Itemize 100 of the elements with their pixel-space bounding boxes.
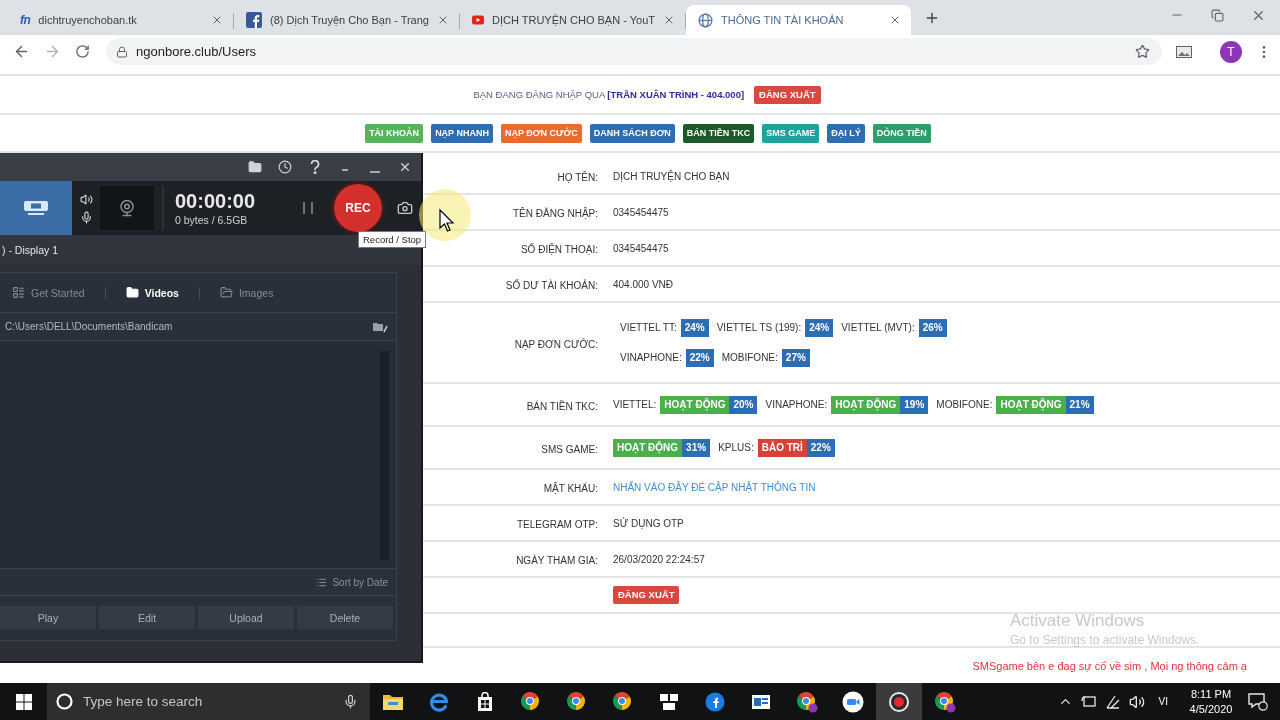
browser-tab[interactable]: fn dichtruyenchoban.tk [8, 5, 233, 35]
screen-mode-button[interactable] [0, 181, 72, 235]
logout-button[interactable]: ĐĂNG XUẤT [613, 586, 680, 604]
microphone-icon[interactable] [79, 210, 93, 224]
status-badge: HOẠT ĐỘNG [613, 438, 683, 457]
taskbar-search-field[interactable]: Type here to search [83, 689, 333, 714]
round-logo-badge-icon [796, 690, 818, 713]
rate-badge: 24% [680, 318, 709, 337]
lock-icon [116, 45, 128, 58]
recorder-action-button[interactable]: Upload [198, 606, 294, 629]
carrier-name: KPLUS: [718, 442, 754, 453]
reload-icon[interactable] [75, 44, 90, 59]
recorder-action-button[interactable]: Play [0, 606, 96, 629]
close-icon[interactable] [211, 14, 223, 26]
rate-badge: 22% [685, 348, 714, 367]
round-logo-icon [566, 690, 588, 713]
tooltip: Record / Stop [358, 231, 427, 248]
rate-badge: 27% [781, 348, 810, 367]
recorder-tab[interactable]: Images [219, 286, 274, 299]
monitor-icon [23, 200, 49, 216]
folder-icon[interactable] [248, 160, 262, 174]
recorder-action-button[interactable]: Edit [99, 606, 195, 629]
nav-button[interactable]: NẠP ĐƠN CƯỚC [500, 123, 582, 143]
folder-icon [382, 692, 404, 711]
recorder-tab[interactable]: Videos [125, 286, 179, 299]
status-badge: HOẠT ĐỘNG [831, 395, 901, 414]
info-value: 0345454475 [613, 206, 669, 218]
nav-button[interactable]: NẠP NHANH [431, 123, 493, 143]
round-logo-icon [520, 690, 542, 713]
notification-icon[interactable] [1248, 692, 1268, 711]
close-icon[interactable] [437, 14, 449, 26]
browser-tab[interactable]: DỊCH TRUYỆN CHO BẠN - YouT [460, 5, 685, 35]
webcam-icon [118, 199, 136, 217]
language-indicator[interactable]: VI [1158, 696, 1168, 707]
tablet-icon[interactable] [1080, 694, 1097, 709]
update-info-link[interactable]: NHẤN VÀO ĐÂY ĐỂ CẬP NHẬT THÔNG TIN [613, 481, 816, 493]
info-label: NGÀY THAM GIA: [516, 555, 598, 566]
carrier-name: VIETTEL: [613, 399, 657, 410]
circle-app-icon [705, 691, 725, 712]
star-icon[interactable] [1135, 44, 1150, 59]
record-button[interactable]: REC [334, 184, 382, 232]
info-value: DỊCH TRUYỆN CHO BẠN [613, 170, 730, 182]
pause-icon[interactable] [302, 201, 314, 215]
tiles-icon [659, 691, 679, 712]
info-value: SỬ DỤNG OTP [613, 517, 684, 529]
sort-button[interactable]: Sort by Date [316, 576, 388, 588]
picture-frame-icon[interactable] [1176, 45, 1192, 58]
list-icon [316, 576, 328, 588]
microphone-icon[interactable] [343, 694, 358, 709]
info-label: SỐ DƯ TÀI KHOẢN: [505, 280, 598, 291]
rate-badge: 26% [918, 318, 947, 337]
browser-tab[interactable]: THÔNG TIN TÀI KHOẢN [686, 5, 911, 35]
logout-button[interactable]: ĐĂNG XUẤT [754, 85, 821, 104]
address-bar[interactable]: ngonbore.club/Users [106, 38, 1162, 65]
clock-icon[interactable] [278, 160, 292, 174]
file-size-text: 0 bytes / 6.5GB [175, 214, 249, 226]
recorder-action-button[interactable]: Delete [297, 606, 393, 629]
camera-icon[interactable] [397, 200, 413, 216]
carrier-name: VIETTEL TT: [620, 322, 677, 333]
ring-icon[interactable] [56, 693, 73, 710]
help-icon[interactable] [308, 160, 322, 174]
taskbar-app-button[interactable] [876, 683, 922, 720]
profile-avatar[interactable]: T [1220, 40, 1242, 63]
volume-icon[interactable] [1128, 693, 1145, 710]
site-logo: fn [20, 13, 31, 27]
webcam-button[interactable] [100, 186, 154, 230]
info-label: BÁN TIỀN TKC: [526, 400, 598, 412]
nav-button[interactable]: ĐẠI LÝ [827, 123, 865, 143]
taskbar-search-box[interactable]: Type here to search [47, 683, 370, 720]
rate-badge: 22% [806, 438, 835, 457]
browser-tab[interactable]: (8) Dịch Truyện Cho Bạn - Trang [234, 5, 459, 35]
nav-button[interactable]: DANH SÁCH ĐƠN [589, 123, 675, 143]
folder-edit-icon[interactable] [372, 320, 388, 333]
speaker-icon[interactable] [79, 192, 93, 206]
shopping-bag-icon [475, 691, 495, 712]
nav-button[interactable]: SMS GAME [762, 123, 820, 143]
video-call-icon [842, 690, 864, 713]
network-icon[interactable] [1104, 694, 1121, 709]
recorder-tab[interactable]: Get Started [12, 286, 85, 299]
recording-timer: 00:00:00 [175, 190, 257, 212]
nav-button[interactable]: BÁN TIỀN TKC [682, 123, 755, 143]
folder-open-icon [219, 286, 233, 299]
globe-icon [698, 12, 713, 28]
info-label: TÊN ĐĂNG NHẬP: [513, 208, 598, 219]
status-badge: BẢO TRÌ [757, 438, 807, 457]
round-logo-badge-icon [934, 690, 956, 713]
info-label: MẬT KHẨU: [543, 483, 598, 494]
info-value: 26/03/2020 22:24:57 [613, 553, 705, 565]
capture-target-label: ) - Display 1 [2, 244, 58, 256]
carrier-name: VIETTEL TS (199): [716, 322, 802, 333]
close-icon[interactable] [889, 14, 901, 26]
folder-icon [125, 286, 139, 299]
window-app-icon [751, 692, 771, 711]
record-icon [888, 690, 910, 713]
status-badge: HOẠT ĐỘNG [660, 395, 730, 414]
close-icon[interactable] [398, 160, 412, 174]
restore-icon[interactable] [1211, 8, 1224, 22]
close-icon[interactable] [663, 14, 675, 26]
rate-badge: 20% [729, 395, 758, 414]
nav-button[interactable]: DÒNG TIỀN [872, 123, 931, 143]
